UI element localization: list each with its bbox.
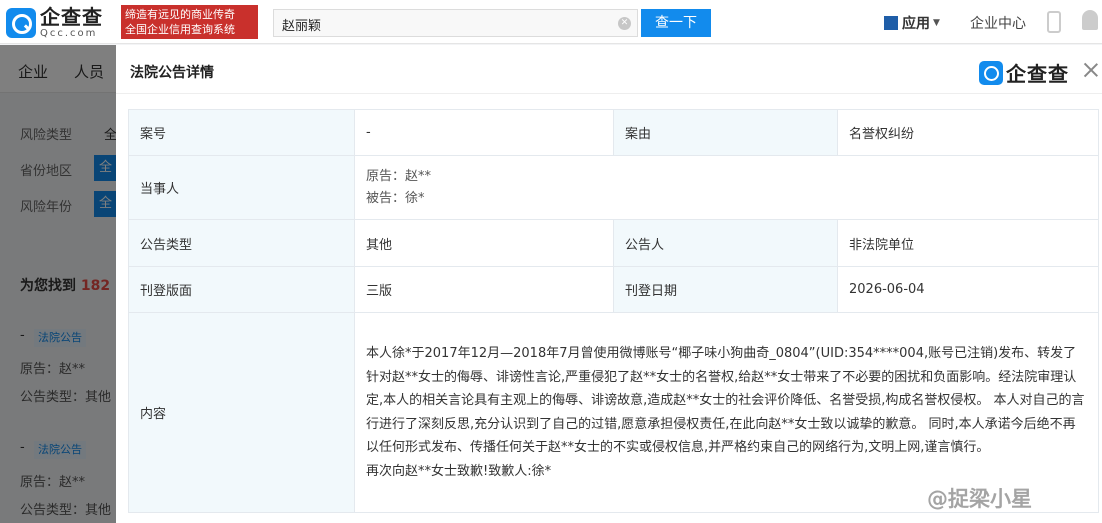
top-header: 企查查 Qcc.com 缔造有远见的商业传奇 全国企业信用查询系统 ✕ 查一下 … (0, 0, 1102, 44)
mobile-app-icon[interactable] (1047, 11, 1061, 33)
content-signature: 再次向赵**女士致歉!致歉人:徐* (366, 463, 552, 479)
table-row: 公告类型 其他 公告人 非法院单位 (128, 219, 1099, 267)
bell-icon[interactable] (1082, 10, 1098, 30)
search-box: ✕ (273, 9, 638, 37)
apps-menu[interactable]: 应用 ▼ (884, 13, 940, 33)
enterprise-center-link[interactable]: 企业中心 (970, 13, 1026, 33)
case-cause-label: 案由 (613, 109, 838, 156)
content-label: 内容 (128, 312, 355, 513)
page-label: 刊登版面 (128, 266, 355, 313)
case-cause-value: 名誉权纠纷 (837, 109, 1099, 156)
publish-date-value: 2026-06-04 (837, 266, 1099, 313)
content-text: 本人徐*于2017年12月—2018年7月曾使用微博账号“椰子味小狗曲奇_080… (366, 346, 1085, 455)
logo-domain: Qcc.com (40, 28, 98, 39)
slogan-line-1: 缔造有远见的商业传奇 (125, 8, 235, 21)
caret-down-icon: ▼ (933, 18, 940, 28)
modal-logo-text: 企查查 (1006, 62, 1069, 86)
modal-title: 法院公告详情 (130, 65, 214, 81)
court-announcement-modal: 法院公告详情 企查查 案号 - 案由 名誉权纠纷 当事人 原告：赵** 被告：徐… (116, 45, 1102, 523)
modal-logo: 企查查 (979, 58, 1069, 87)
announcement-type-label: 公告类型 (128, 219, 355, 267)
publish-date-label: 刊登日期 (613, 266, 838, 313)
search-button[interactable]: 查一下 (641, 9, 711, 37)
announcer-label: 公告人 (613, 219, 838, 267)
clear-icon[interactable]: ✕ (618, 17, 631, 30)
defendant-text: 被告：徐* (366, 190, 425, 206)
page-value: 三版 (354, 266, 614, 313)
slogan-banner: 缔造有远见的商业传奇 全国企业信用查询系统 (121, 5, 258, 39)
case-number-value: - (354, 109, 614, 156)
parties-label: 当事人 (128, 155, 355, 220)
apps-grid-icon (884, 16, 898, 30)
qcc-logo-icon (6, 8, 36, 38)
announcer-value: 非法院单位 (837, 219, 1099, 267)
table-row: 案号 - 案由 名誉权纠纷 (128, 109, 1099, 156)
case-number-label: 案号 (128, 109, 355, 156)
plaintiff-text: 原告：赵** (366, 168, 432, 184)
table-row: 当事人 原告：赵** 被告：徐* (128, 155, 1099, 220)
qcc-logo[interactable]: 企查查 Qcc.com (6, 6, 103, 40)
watermark: @捉梁小星 (927, 487, 1032, 511)
close-icon[interactable] (1082, 61, 1100, 79)
detail-table: 案号 - 案由 名誉权纠纷 当事人 原告：赵** 被告：徐* 公告类型 其他 公… (128, 109, 1099, 513)
table-row: 刊登版面 三版 刊登日期 2026-06-04 (128, 266, 1099, 313)
modal-divider (116, 93, 1102, 94)
parties-value: 原告：赵** 被告：徐* (354, 155, 1099, 220)
logo-name: 企查查 (40, 5, 103, 29)
announcement-type-value: 其他 (354, 219, 614, 267)
slogan-line-2: 全国企业信用查询系统 (125, 23, 235, 36)
search-input[interactable] (282, 15, 602, 33)
qcc-logo-icon (979, 60, 1003, 85)
apps-label: 应用 (902, 16, 930, 32)
